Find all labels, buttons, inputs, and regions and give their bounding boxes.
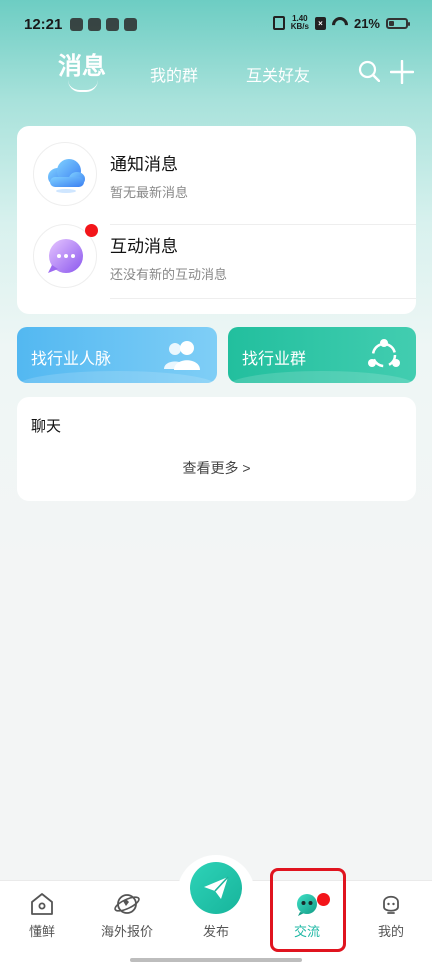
nav-item-dongxian[interactable]: 懂鲜 bbox=[7, 891, 77, 940]
message-card: 通知消息 暂无最新消息 互动消息 还没有新的互动消息 bbox=[17, 126, 416, 314]
divider bbox=[110, 298, 416, 299]
people-icon bbox=[164, 341, 200, 370]
status-time: 12:21 bbox=[24, 16, 63, 33]
battery-icon bbox=[386, 17, 410, 29]
vibrate-icon bbox=[272, 16, 285, 30]
interaction-message-item[interactable]: 互动消息 还没有新的互动消息 bbox=[17, 224, 416, 306]
top-tabs: 消息 我的群 互关好友 bbox=[0, 52, 432, 96]
status-app-icons bbox=[70, 18, 137, 31]
post-button[interactable]: 发布 bbox=[177, 855, 255, 939]
battery-percent: 21% bbox=[353, 15, 380, 31]
annotation-highlight-box bbox=[270, 868, 346, 952]
tab-my-groups[interactable]: 我的群 bbox=[150, 62, 198, 86]
nav-label: 海外报价 bbox=[100, 924, 153, 939]
search-icon[interactable] bbox=[358, 60, 380, 82]
wechat-icon bbox=[106, 18, 119, 31]
nav-label: 懂鲜 bbox=[28, 924, 55, 939]
cloud-icon bbox=[33, 142, 97, 206]
paper-plane-icon bbox=[204, 876, 229, 899]
find-contacts-label: 找行业人脉 bbox=[31, 351, 112, 368]
chat-card: 聊天 查看更多 > bbox=[17, 397, 416, 501]
find-groups-label: 找行业群 bbox=[242, 351, 307, 368]
home-indicator[interactable] bbox=[130, 958, 302, 962]
message-title: 通知消息 bbox=[110, 155, 178, 174]
globe-icon bbox=[114, 894, 140, 914]
tab-mutual-friends[interactable]: 互关好友 bbox=[246, 62, 310, 86]
chat-title: 聊天 bbox=[31, 418, 62, 435]
message-title: 互动消息 bbox=[110, 237, 178, 256]
status-right: 1.40 KB/s × 21% bbox=[272, 15, 410, 31]
bottom-nav: 懂鲜 海外报价 发布 交流 我的 bbox=[0, 855, 432, 965]
find-contacts-button[interactable]: 找行业人脉 bbox=[17, 327, 217, 383]
nav-label: 发布 bbox=[202, 924, 229, 939]
unread-badge bbox=[85, 224, 98, 237]
find-groups-button[interactable]: 找行业群 bbox=[228, 327, 416, 383]
plus-icon[interactable] bbox=[390, 60, 414, 84]
user-icon bbox=[383, 895, 399, 914]
home-icon bbox=[31, 893, 53, 915]
decorative-wave bbox=[228, 371, 416, 383]
wifi-icon bbox=[332, 17, 348, 29]
notification-icon bbox=[88, 18, 101, 31]
network-speed: 1.40 KB/s bbox=[291, 15, 309, 31]
nav-item-overseas-price[interactable]: 海外报价 bbox=[92, 891, 162, 940]
sim-icon: × bbox=[314, 16, 326, 30]
tab-messages-label: 消息 bbox=[58, 53, 106, 80]
share-network-icon bbox=[368, 339, 400, 368]
tab-messages[interactable]: 消息 bbox=[58, 46, 106, 92]
decorative-wave bbox=[17, 371, 217, 383]
notification-icon bbox=[70, 18, 83, 31]
message-subtitle: 暂无最新消息 bbox=[110, 185, 189, 200]
nav-item-mine[interactable]: 我的 bbox=[356, 891, 426, 940]
active-tab-indicator bbox=[68, 80, 98, 92]
status-bar: 12:21 1.40 KB/s × 21% bbox=[0, 0, 432, 50]
notification-icon bbox=[124, 18, 137, 31]
message-subtitle: 还没有新的互动消息 bbox=[110, 267, 228, 282]
net-speed-unit: KB/s bbox=[290, 22, 309, 31]
nav-label: 我的 bbox=[377, 924, 404, 939]
post-circle bbox=[190, 862, 242, 914]
view-more-link[interactable]: 查看更多 > bbox=[17, 458, 416, 478]
notification-message-item[interactable]: 通知消息 暂无最新消息 bbox=[17, 142, 416, 225]
